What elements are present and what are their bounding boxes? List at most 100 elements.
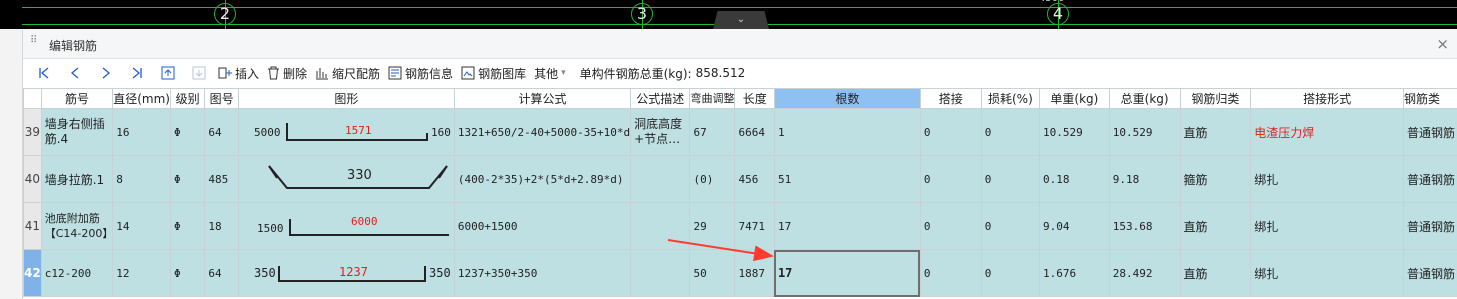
- header-fig-no[interactable]: 图号: [204, 88, 239, 109]
- cell-lap[interactable]: 0: [919, 155, 982, 203]
- collapse-panel-tab[interactable]: ⌄: [713, 11, 769, 29]
- first-record-button[interactable]: [28, 62, 59, 84]
- table-row[interactable]: 41 池底附加筋【C14-200】 14 Φ 18 1500 6000 6000…: [23, 202, 1457, 250]
- cell-length[interactable]: 6664: [734, 108, 775, 156]
- cell-grade[interactable]: Φ: [169, 249, 206, 297]
- cell-formula[interactable]: (400-2*35)+2*(5*d+2.89*d): [453, 155, 632, 203]
- cell-total-weight[interactable]: 28.492: [1108, 249, 1181, 297]
- cell-grade[interactable]: Φ: [169, 202, 206, 250]
- cell-shape[interactable]: 5000 1571 160: [237, 108, 455, 156]
- row-number[interactable]: 41: [23, 202, 42, 250]
- cell-bend-adjust[interactable]: 50: [689, 249, 736, 297]
- header-lap[interactable]: 搭接: [919, 88, 982, 109]
- cell-total-weight[interactable]: 9.18: [1108, 155, 1181, 203]
- cell-lap[interactable]: 0: [919, 202, 982, 250]
- cell-unit-weight[interactable]: 1.676: [1039, 249, 1110, 297]
- header-total-weight[interactable]: 总重(kg): [1108, 88, 1181, 109]
- cell-length[interactable]: 1887: [734, 249, 775, 297]
- header-description[interactable]: 公式描述: [630, 88, 691, 109]
- table-row[interactable]: 39 墙身右侧插筋.4 16 Φ 64 5000 1571 160 1321+6…: [23, 108, 1457, 156]
- header-category[interactable]: 钢筋归类: [1179, 88, 1252, 109]
- cell-diameter[interactable]: 14: [112, 202, 171, 250]
- header-loss[interactable]: 损耗(%): [980, 88, 1041, 109]
- cell-bar-no[interactable]: 墙身右侧插筋.4: [40, 108, 114, 156]
- cell-formula[interactable]: 6000+1500: [453, 202, 632, 250]
- insert-button[interactable]: 插入: [214, 62, 263, 84]
- scale-rebar-button[interactable]: 缩尺配筋: [311, 62, 384, 84]
- other-dropdown[interactable]: 其他 ▾: [530, 62, 570, 84]
- drawing-canvas[interactable]: 2 3 4 4500 ⌄: [0, 0, 1457, 29]
- header-unit-weight[interactable]: 单重(kg): [1039, 88, 1110, 109]
- cell-lap-type[interactable]: 绑扎: [1250, 155, 1405, 203]
- cell-grade[interactable]: Φ: [169, 108, 206, 156]
- header-formula[interactable]: 计算公式: [453, 88, 632, 109]
- cell-fig-no[interactable]: 485: [204, 155, 239, 203]
- delete-button[interactable]: 删除: [263, 62, 311, 84]
- rebar-info-button[interactable]: 钢筋信息: [384, 62, 457, 84]
- cell-bar-no[interactable]: 池底附加筋【C14-200】: [40, 202, 114, 250]
- header-count[interactable]: 根数: [773, 88, 921, 109]
- cell-bar-no[interactable]: 墙身拉筋.1: [40, 155, 114, 203]
- header-bend-adjust[interactable]: 弯曲调整: [689, 88, 736, 109]
- cell-shape[interactable]: 1500 6000: [237, 202, 455, 250]
- cell-unit-weight[interactable]: 0.18: [1039, 155, 1110, 203]
- cell-unit-weight[interactable]: 9.04: [1039, 202, 1110, 250]
- panel-header[interactable]: ⠿ 编辑钢筋 ×: [23, 29, 1457, 59]
- cell-shape[interactable]: 330: [237, 155, 455, 203]
- cell-formula[interactable]: 1237+350+350: [453, 249, 632, 297]
- header-length[interactable]: 长度: [734, 88, 775, 109]
- header-bar-no[interactable]: 筋号: [40, 88, 114, 109]
- cell-diameter[interactable]: 16: [112, 108, 171, 156]
- cell-description[interactable]: 洞底高度+节点…: [630, 108, 691, 156]
- row-number[interactable]: 42: [23, 249, 42, 297]
- cell-bar-no[interactable]: c12-200: [40, 249, 114, 297]
- header-rownum[interactable]: [23, 88, 42, 109]
- cell-grade[interactable]: Φ: [169, 155, 206, 203]
- cell-formula[interactable]: 1321+650/2-40+5000-35+10*d: [453, 108, 632, 156]
- cell-length[interactable]: 456: [734, 155, 775, 203]
- cell-bar-type[interactable]: 普通钢筋: [1403, 155, 1457, 203]
- cell-bar-type[interactable]: 普通钢筋: [1403, 108, 1457, 156]
- cell-count[interactable]: 17: [773, 202, 921, 250]
- cell-diameter[interactable]: 12: [112, 249, 171, 297]
- cell-count[interactable]: 51: [773, 155, 921, 203]
- cell-length[interactable]: 7471: [734, 202, 775, 250]
- table-row-current[interactable]: 42 c12-200 12 Φ 64 350 1237 350 1237+350…: [23, 249, 1457, 297]
- cell-lap-type[interactable]: 绑扎: [1250, 202, 1405, 250]
- header-shape[interactable]: 图形: [237, 88, 455, 109]
- rebar-library-button[interactable]: 钢筋图库: [457, 62, 530, 84]
- cell-bend-adjust[interactable]: 29: [689, 202, 736, 250]
- cell-lap[interactable]: 0: [919, 108, 982, 156]
- cell-description[interactable]: [630, 202, 691, 250]
- cell-loss[interactable]: 0: [980, 202, 1041, 250]
- cell-description[interactable]: [630, 155, 691, 203]
- header-bar-type[interactable]: 钢筋类: [1403, 88, 1457, 109]
- cell-category[interactable]: 直筋: [1179, 108, 1252, 156]
- cell-category[interactable]: 直筋: [1179, 202, 1252, 250]
- cell-description[interactable]: [630, 249, 691, 297]
- move-up-button[interactable]: [152, 62, 183, 84]
- cell-total-weight[interactable]: 10.529: [1108, 108, 1181, 156]
- cell-fig-no[interactable]: 18: [204, 202, 239, 250]
- cell-category[interactable]: 直筋: [1179, 249, 1252, 297]
- row-number[interactable]: 39: [23, 108, 42, 156]
- cell-count[interactable]: 1: [773, 108, 921, 156]
- cell-count-editing[interactable]: 17: [773, 249, 921, 297]
- move-down-button[interactable]: [183, 62, 214, 84]
- cell-bend-adjust[interactable]: 67: [689, 108, 736, 156]
- prev-record-button[interactable]: [59, 62, 90, 84]
- cell-category[interactable]: 箍筋: [1179, 155, 1252, 203]
- cell-bar-type[interactable]: 普通钢筋: [1403, 202, 1457, 250]
- header-grade[interactable]: 级别: [169, 88, 206, 109]
- cell-lap-type[interactable]: 电渣压力焊: [1250, 108, 1405, 156]
- cell-bend-adjust[interactable]: (0): [689, 155, 736, 203]
- header-diameter[interactable]: 直径(mm): [112, 88, 171, 109]
- cell-diameter[interactable]: 8: [112, 155, 171, 203]
- header-lap-type[interactable]: 搭接形式: [1250, 88, 1405, 109]
- cell-fig-no[interactable]: 64: [204, 249, 239, 297]
- cell-loss[interactable]: 0: [980, 249, 1041, 297]
- cell-lap-type[interactable]: 绑扎: [1250, 249, 1405, 297]
- cell-lap[interactable]: 0: [919, 249, 982, 297]
- cell-fig-no[interactable]: 64: [204, 108, 239, 156]
- last-record-button[interactable]: [121, 62, 152, 84]
